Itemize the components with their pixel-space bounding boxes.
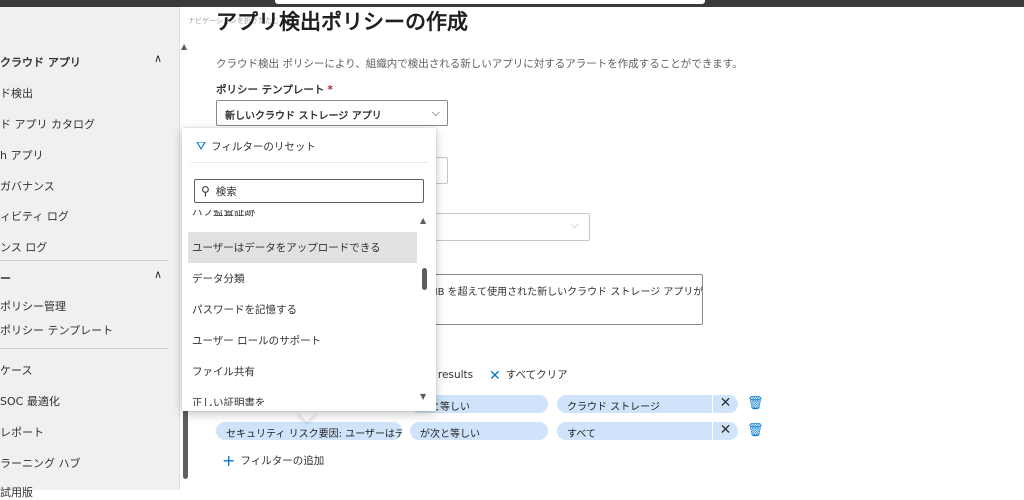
filter-field-chip[interactable]: セキュリティ リスク要因: ユーザーはデー... <box>216 422 402 440</box>
sidebar-divider <box>0 260 168 261</box>
filter-field-dropdown: ⛛ フィルターのリセット ⚲ 検索 ハフ監査証跡 ユーザーはデータをアップロードでき… <box>182 128 436 411</box>
chevron-up-icon[interactable]: ∧ <box>154 52 162 65</box>
dropdown-option[interactable]: ファイル共有 <box>188 356 417 387</box>
scrollbar-thumb[interactable] <box>422 268 427 290</box>
remove-filter-value-button[interactable]: ✕ <box>712 422 738 440</box>
filter-value-text: すべて <box>567 429 596 440</box>
sidebar-item-learning-hub[interactable]: ラーニング ハブ <box>0 455 81 471</box>
dropdown-option[interactable]: 正しい証明書を <box>188 387 417 406</box>
plus-icon: + <box>222 451 236 470</box>
policy-template-select[interactable]: 新しいクラウド ストレージ アプリ ⌵ <box>216 100 448 126</box>
add-filter-label: フィルターの追加 <box>240 455 325 467</box>
trash-icon[interactable]: 🗑 <box>747 396 764 411</box>
close-icon: ✕ <box>489 368 501 384</box>
required-marker: * <box>327 84 333 96</box>
clear-all-button[interactable]: ✕ すべてクリア <box>489 367 568 384</box>
dropdown-option[interactable]: データ分類 <box>188 263 417 294</box>
sidebar-item-cloud-app-catalog[interactable]: ド アプリ カタログ <box>0 116 95 132</box>
sidebar-item-governance-log[interactable]: ンス ログ <box>0 239 47 255</box>
dropdown-list: ハフ監査証跡 ユーザーはデータをアップロードできる データ分類 パスワードを記憶… <box>188 210 420 406</box>
page-title: アプリ検出ポリシーの作成 <box>216 10 468 34</box>
search-placeholder: 検索 <box>215 186 237 198</box>
description-textarea[interactable]: MB を超えて使用された新しいクラウド ストレージ アプリが <box>418 274 703 325</box>
policy-template-label: ポリシー テンプレート * <box>216 82 333 97</box>
filter-value-chip[interactable]: クラウド ストレージ <box>557 395 712 413</box>
search-icon: ⚲ <box>201 184 210 198</box>
sidebar-section-policies[interactable]: ー <box>0 270 11 286</box>
severity-select[interactable] <box>420 213 590 241</box>
trash-icon[interactable]: 🗑 <box>747 423 764 438</box>
sidebar-item-cases[interactable]: ケース <box>0 362 32 378</box>
reset-filters-button[interactable]: ⛛ フィルターのリセット <box>196 139 316 154</box>
chevron-down-icon: ⌵ <box>571 220 579 231</box>
add-filter-button[interactable]: + フィルターの追加 <box>222 451 324 470</box>
filter-reset-icon: ⛛ <box>196 139 207 153</box>
sidebar-item-trials[interactable]: 試用版 <box>0 484 33 500</box>
sidebar-divider <box>0 348 168 349</box>
filter-value-text: クラウド ストレージ <box>567 402 660 413</box>
top-bar <box>0 0 1024 7</box>
dropdown-option[interactable]: ユーザー ロールのサポート <box>188 325 417 356</box>
sidebar-item-cloud-discovery[interactable]: ド検出 <box>0 85 33 101</box>
filter-operator-text: が次と等しい <box>420 429 480 440</box>
chevron-up-icon[interactable]: ∧ <box>154 268 162 281</box>
chevron-down-icon: ⌵ <box>431 106 440 119</box>
filter-value-chip[interactable]: すべて <box>557 422 712 440</box>
dropdown-option[interactable]: パスワードを記憶する <box>188 294 417 325</box>
sidebar-item-policy-templates[interactable]: ポリシー テンプレート <box>0 322 113 338</box>
divider <box>190 162 428 163</box>
sidebar-item-activity-log[interactable]: ィビティ ログ <box>0 208 69 224</box>
policy-template-value: 新しいクラウド ストレージ アプリ <box>225 111 382 122</box>
scroll-up-icon[interactable]: ▲ <box>420 216 426 225</box>
dropdown-option[interactable]: ハフ監査証跡 <box>188 210 417 227</box>
sidebar-item-policy-management[interactable]: ポリシー管理 <box>0 298 66 314</box>
scroll-down-icon[interactable]: ▼ <box>420 392 426 401</box>
top-bar-handle <box>275 0 705 4</box>
dropdown-search-input[interactable]: ⚲ 検索 <box>194 179 424 203</box>
filter-field-text: セキュリティ リスク要因: ユーザーはデー... <box>226 429 402 440</box>
sidebar: クラウド アプリ ∧ ド検出 ド アプリ カタログ h アプリ ガバナンス ィビ… <box>0 7 180 499</box>
policy-template-label-text: ポリシー テンプレート <box>216 84 325 96</box>
sidebar-item-soc-optimization[interactable]: SOC 最適化 <box>0 393 60 409</box>
filter-operator-chip[interactable]: が次と等しい <box>410 422 548 440</box>
remove-filter-value-button[interactable]: ✕ <box>712 395 738 413</box>
reset-filters-label: フィルターのリセット <box>211 141 316 153</box>
sidebar-section-cloud-apps[interactable]: クラウド アプリ <box>0 54 81 70</box>
scroll-up-icon[interactable]: ▲ <box>181 42 187 51</box>
dropdown-scrollbar[interactable]: ▲ ▼ <box>420 216 430 406</box>
sidebar-item-reports[interactable]: レポート <box>0 424 44 440</box>
page-description: クラウド検出 ポリシーにより、組織内で検出される新しいアプリに対するアラートを作… <box>216 58 743 70</box>
sidebar-item-governance[interactable]: ガバナンス <box>0 178 55 194</box>
sidebar-item-oauth-apps[interactable]: h アプリ <box>0 147 43 163</box>
scrollbar-thumb[interactable] <box>183 405 188 479</box>
clear-all-label: すべてクリア <box>505 369 568 381</box>
dropdown-option[interactable]: ユーザーはデータをアップロードできる <box>188 232 417 263</box>
